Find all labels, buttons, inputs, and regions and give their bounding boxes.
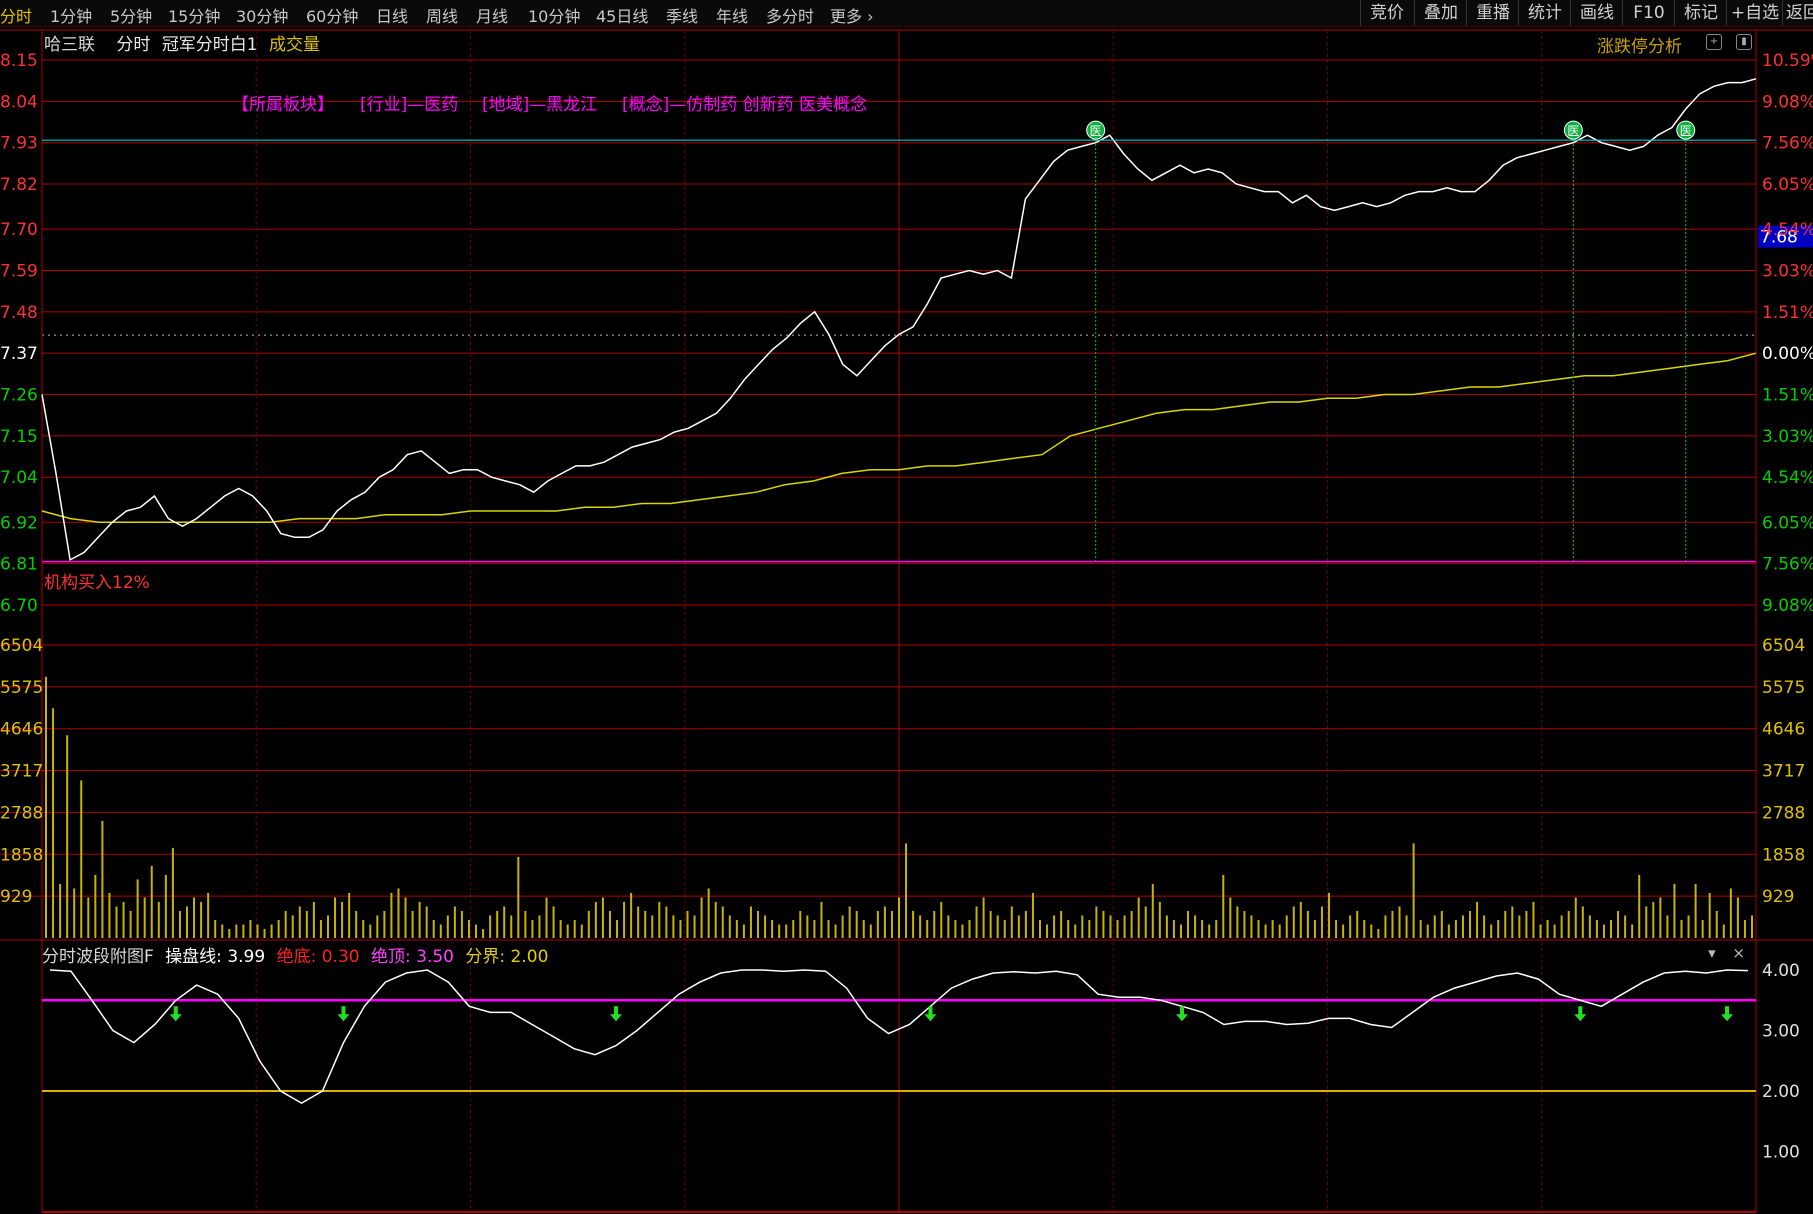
volume-tick-label: 4646 (0, 720, 43, 740)
percent-tick-label: 1.51% (1762, 386, 1813, 406)
percent-tick-label: 4.54% (1762, 220, 1813, 240)
sector-industry: [行业]—医药 (360, 95, 458, 115)
sector-concept: [概念]—仿制药 创新药 医美概念 (622, 94, 867, 115)
percent-tick-label: 10.59% (1762, 51, 1813, 71)
sub-indicator-bar: 分时波段附图F 操盘线: 3.99 绝底: 0.30 绝顶: 3.50 分界: … (42, 942, 548, 967)
price-tick-label: 7.04 (0, 468, 38, 488)
volume-tick-label: 6504 (0, 636, 43, 656)
down-arrow-icon (924, 1006, 937, 1022)
volume-tick-label-right: 5575 (1762, 678, 1805, 698)
down-arrow-icon (337, 1006, 350, 1022)
signal-marker-label: 医 (1090, 124, 1102, 138)
volume-tick-label: 3717 (0, 762, 43, 782)
volume-tick-label-right: 6504 (1762, 636, 1805, 656)
percent-tick-label: 1.51% (1762, 303, 1813, 323)
top-value: 3.50 (416, 947, 454, 967)
signal-marker-label: 医 (1567, 124, 1579, 138)
price-tick-label: 6.81 (0, 555, 38, 575)
op-line-value: 3.99 (227, 947, 266, 967)
signal-marker-label: 医 (1680, 124, 1692, 138)
volume-tick-label-right: 3717 (1762, 762, 1805, 782)
percent-tick-label: 9.08% (1762, 92, 1813, 112)
top-label: 绝顶: (371, 947, 411, 967)
percent-tick-label: 6.05% (1762, 175, 1813, 195)
price-tick-label: 7.15 (0, 427, 38, 447)
price-tick-label: 7.82 (0, 175, 38, 195)
sector-region: [地域]—黑龙江 (482, 95, 597, 115)
volume-tick-label-right: 4646 (1762, 720, 1805, 740)
price-tick-label: 6.70 (0, 596, 38, 616)
sub-tick-label: 2.00 (1762, 1082, 1800, 1102)
down-arrow-icon (169, 1006, 182, 1022)
price-tick-label: 7.59 (0, 261, 38, 281)
sub-tick-label: 4.00 (1762, 961, 1800, 981)
price-tick-label: 7.70 (0, 220, 38, 240)
price-tick-label: 7.37 (0, 344, 38, 364)
down-arrow-icon (1176, 1006, 1188, 1022)
sub-indicator-name[interactable]: 分时波段附图F (42, 947, 154, 967)
sub-tick-label: 3.00 (1762, 1022, 1800, 1042)
sub-tick-label: 1.00 (1762, 1143, 1800, 1163)
percent-tick-label: 0.00% (1762, 344, 1813, 364)
percent-tick-label: 6.05% (1762, 513, 1813, 533)
volume-tick-label: 2788 (0, 803, 43, 823)
sector-block: 【所属板块】 (232, 95, 334, 115)
percent-tick-label: 3.03% (1762, 427, 1813, 447)
percent-tick-label: 4.54% (1762, 468, 1813, 488)
sub-controls: ▾ × (1708, 944, 1745, 962)
volume-tick-label: 1858 (0, 845, 43, 865)
institution-buy-label: 机构买入12% (44, 573, 150, 593)
divide-value: 2.00 (510, 947, 549, 967)
down-arrow-icon (610, 1006, 622, 1022)
price-tick-label: 8.04 (0, 92, 38, 112)
volume-tick-label: 5575 (0, 678, 43, 698)
percent-tick-label: 7.56% (1762, 555, 1813, 575)
bottom-value: 0.30 (321, 947, 360, 967)
price-tick-label: 7.48 (0, 303, 38, 323)
volume-tick-label-right: 929 (1762, 887, 1794, 907)
bottom-label: 绝底: (276, 947, 317, 967)
volume-tick-label: 929 (0, 887, 32, 907)
percent-tick-label: 9.08% (1762, 596, 1813, 616)
price-tick-label: 7.26 (0, 386, 38, 406)
sub-close-icon[interactable]: × (1732, 944, 1745, 962)
op-line-label: 操盘线: (165, 947, 222, 967)
volume-tick-label-right: 2788 (1762, 803, 1805, 823)
volume-tick-label-right: 1858 (1762, 845, 1805, 865)
down-arrow-icon (1721, 1006, 1734, 1022)
down-arrow-icon (1574, 1006, 1587, 1022)
percent-tick-label: 7.56% (1762, 134, 1813, 154)
percent-tick-label: 3.03% (1762, 261, 1813, 281)
price-tick-label: 8.15 (0, 51, 38, 71)
price-tick-label: 6.92 (0, 513, 38, 533)
price-tick-label: 7.93 (0, 134, 38, 154)
sub-collapse-icon[interactable]: ▾ (1708, 944, 1716, 962)
chart-canvas: 医 医 医 【所属板块】 [行业]—医药 [地域]—黑龙江 [概念]—仿制药 创新药 医美概… (0, 29, 1813, 1213)
divide-label: 分界: (465, 947, 506, 967)
